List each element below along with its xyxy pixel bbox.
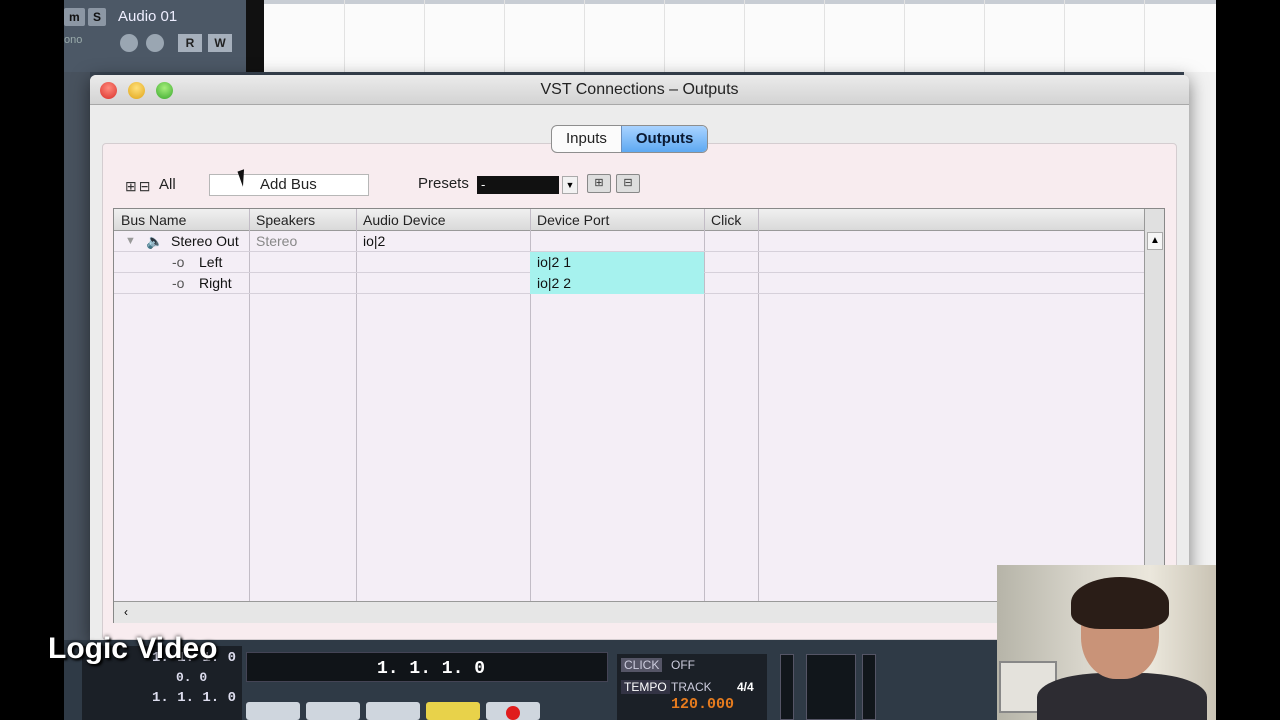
scroll-up-icon[interactable]: ▲: [1147, 232, 1163, 250]
add-bus-button[interactable]: Add Bus: [209, 174, 369, 196]
stop-button[interactable]: [426, 702, 480, 720]
device-port-cell[interactable]: io|2 1: [530, 252, 704, 273]
fast-forward-button[interactable]: [366, 702, 420, 720]
audio-device-value[interactable]: io|2: [363, 231, 385, 252]
ruler-tick: [424, 0, 425, 72]
ruler-bar: [264, 0, 1216, 4]
vertical-scrollbar[interactable]: ▲: [1144, 209, 1164, 601]
ruler-tick: [504, 0, 505, 72]
speakers-value: Stereo: [256, 233, 298, 249]
level-meter: [862, 654, 876, 720]
device-port-cell[interactable]: io|2 2: [530, 273, 704, 294]
tempo-value[interactable]: 120.000: [671, 696, 734, 713]
ruler-tick: [1064, 0, 1065, 72]
column-header[interactable]: Device Port: [530, 209, 609, 231]
vst-connections-window: VST Connections – Outputs Inputs Outputs…: [90, 75, 1189, 640]
chevron-down-icon[interactable]: ▼: [562, 176, 578, 194]
scroll-left-icon[interactable]: ‹: [118, 604, 134, 620]
webcam-overlay: [997, 565, 1216, 720]
record-button[interactable]: [486, 702, 540, 720]
person-body: [1037, 673, 1207, 720]
track-header: m S Audio 01 ono R W: [64, 0, 264, 72]
level-meter: [780, 654, 794, 720]
delete-preset-icon[interactable]: ⊟: [616, 174, 640, 193]
window-titlebar[interactable]: VST Connections – Outputs: [90, 75, 1189, 105]
disclosure-triangle-icon[interactable]: ▼: [125, 231, 136, 252]
click-label[interactable]: CLICK: [621, 658, 663, 672]
position-readout: 1. 1. 1. 0: [377, 659, 486, 679]
record-enable-icon[interactable]: [120, 34, 138, 52]
tempo-label[interactable]: TEMPO: [621, 680, 670, 694]
go-to-start-button[interactable]: [246, 702, 300, 720]
bus-name[interactable]: Left: [199, 252, 222, 273]
table-row[interactable]: -o Left io|2 1: [114, 252, 1144, 273]
column-header[interactable]: Bus Name: [114, 209, 186, 231]
tab-inputs[interactable]: Inputs: [552, 126, 621, 152]
ruler-tick: [584, 0, 585, 72]
port-connector-icon: -o: [172, 254, 185, 270]
all-label: All: [159, 176, 176, 193]
column-header[interactable]: Audio Device: [356, 209, 446, 231]
column-header[interactable]: Click: [704, 209, 741, 231]
window-title: VST Connections – Outputs: [540, 81, 739, 98]
timeline-ruler[interactable]: [264, 0, 1216, 72]
solo-button[interactable]: S: [88, 8, 107, 26]
device-port-value: io|2 2: [537, 275, 571, 291]
mono-label: ono: [64, 34, 83, 46]
write-button[interactable]: W: [208, 34, 232, 52]
mute-button[interactable]: m: [64, 8, 85, 26]
right-locator[interactable]: 1. 1. 1. 0: [152, 690, 236, 706]
bus-table: Bus Name Speakers Audio Device Device Po…: [113, 208, 1165, 623]
click-value[interactable]: OFF: [671, 658, 695, 672]
speaker-icon: 🔈: [146, 233, 164, 249]
level-meter: [806, 654, 856, 720]
device-port-value: io|2 1: [537, 254, 571, 270]
table-header: Bus Name Speakers Audio Device Device Po…: [114, 209, 1144, 231]
rewind-button[interactable]: [306, 702, 360, 720]
tab-outputs[interactable]: Outputs: [620, 126, 708, 152]
ruler-tick: [904, 0, 905, 72]
person-hair: [1071, 577, 1169, 629]
expand-collapse-icon[interactable]: ⊞⊟: [125, 178, 152, 195]
offset-readout[interactable]: 0. 0: [176, 670, 207, 685]
track-name: Audio 01: [118, 8, 178, 25]
column-header[interactable]: Speakers: [249, 209, 315, 231]
monitor-icon[interactable]: [146, 34, 164, 52]
ruler-tick: [984, 0, 985, 72]
ruler-tick: [664, 0, 665, 72]
port-connector-icon: -o: [172, 275, 185, 291]
signature-value[interactable]: 4/4: [737, 680, 754, 694]
bus-name[interactable]: Right: [199, 273, 232, 294]
video-caption: Logic Video: [48, 632, 218, 665]
table-row[interactable]: -o Right io|2 2: [114, 273, 1144, 294]
track-label: TRACK: [671, 680, 712, 694]
ruler-tick: [1144, 0, 1145, 72]
transport-buttons: [246, 702, 608, 720]
ruler-tick: [744, 0, 745, 72]
presets-select[interactable]: -: [477, 176, 559, 194]
presets-label: Presets: [418, 175, 469, 192]
bus-name[interactable]: Stereo Out: [171, 231, 239, 252]
click-tempo-panel: CLICK OFF TEMPO TRACK 4/4 120.000: [617, 654, 767, 720]
track-divider: [246, 0, 264, 72]
table-row[interactable]: ▼ 🔈 Stereo Out Stereo io|2: [114, 231, 1144, 252]
ruler-tick: [344, 0, 345, 72]
background-panel: [64, 72, 90, 652]
position-display[interactable]: 1. 1. 1. 0: [246, 652, 608, 682]
read-button[interactable]: R: [178, 34, 202, 52]
save-preset-icon[interactable]: ⊞: [587, 174, 611, 193]
tab-bar: Inputs Outputs: [551, 125, 709, 153]
ruler-tick: [824, 0, 825, 72]
